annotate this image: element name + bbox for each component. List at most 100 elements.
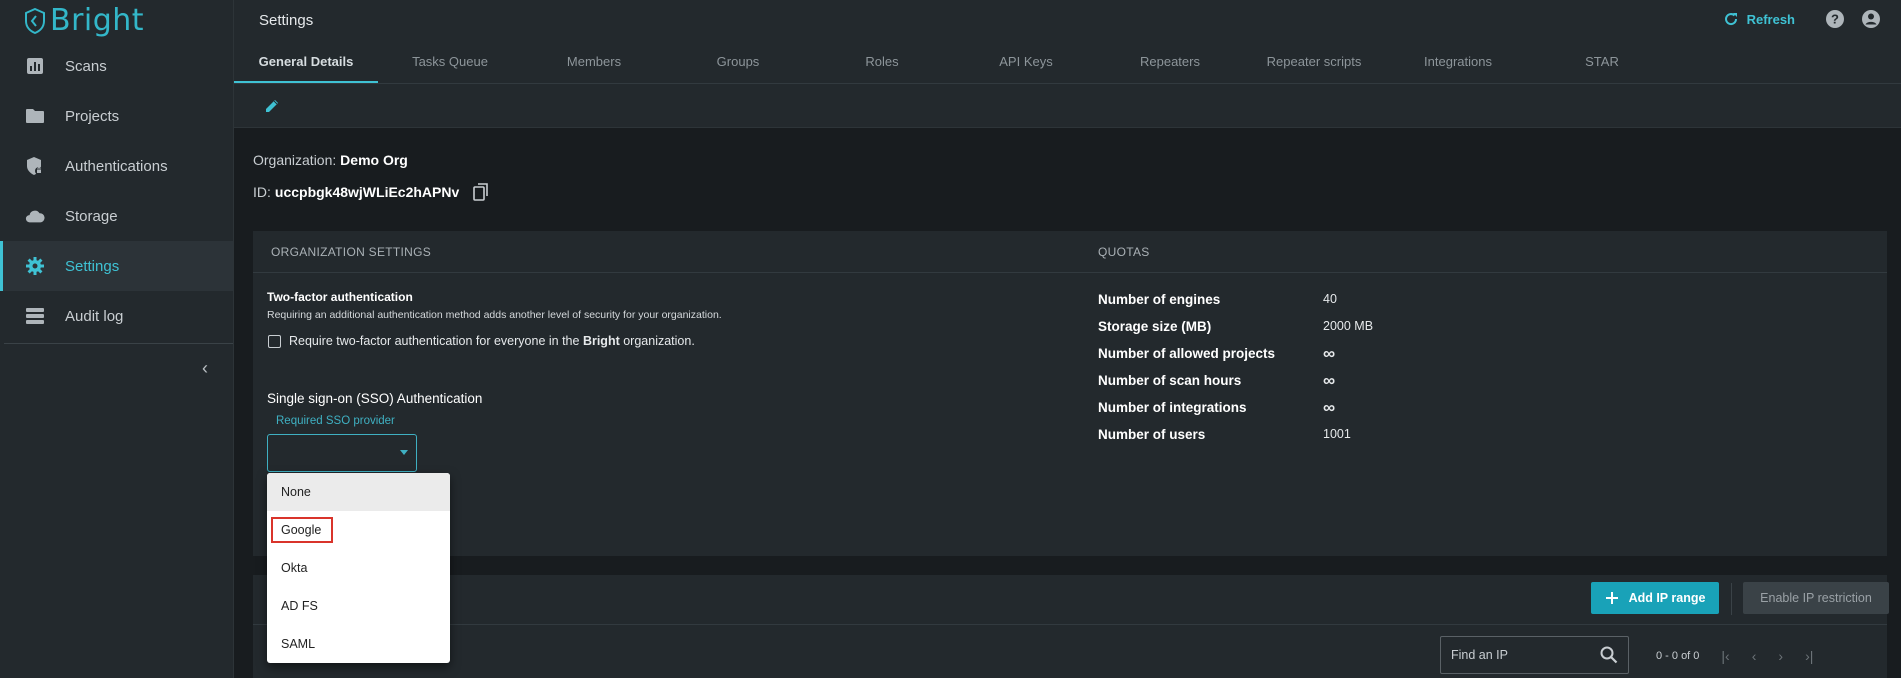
quota-value: ∞ <box>1323 398 1336 417</box>
sidebar-item-authentications[interactable]: Authentications <box>0 141 233 191</box>
tfa-require-checkbox[interactable]: Require two-factor authentication for ev… <box>268 334 695 348</box>
find-ip-input[interactable]: Find an IP <box>1440 636 1629 674</box>
tab-integrations[interactable]: Integrations <box>1386 40 1530 83</box>
tfa-checkbox-suffix: organization. <box>623 334 695 348</box>
sidebar-item-label: Audit log <box>65 307 124 325</box>
quota-row: Number of integrations ∞ <box>1098 398 1336 417</box>
next-page-icon[interactable]: › <box>1778 648 1783 664</box>
sidebar-item-audit-log[interactable]: Audit log <box>0 291 233 341</box>
tab-tasks-queue[interactable]: Tasks Queue <box>378 40 522 83</box>
settings-tabs: General Details Tasks Queue Members Grou… <box>234 40 1901 84</box>
sso-provider-dropdown: None Google Okta AD FS SAML <box>267 473 450 663</box>
chevron-left-icon: ‹ <box>202 358 208 378</box>
refresh-label: Refresh <box>1746 11 1795 27</box>
quota-label: Number of users <box>1098 427 1206 442</box>
sidebar-item-scans[interactable]: Scans <box>0 41 233 91</box>
sidebar-nav: Scans Projects Authentications Storage S… <box>0 41 233 341</box>
last-page-icon[interactable]: ›| <box>1805 648 1813 664</box>
quota-label: Number of integrations <box>1098 400 1247 415</box>
sidebar-divider <box>4 343 233 344</box>
copy-icon[interactable] <box>473 183 489 201</box>
tfa-checkbox-brand: Bright <box>582 334 620 348</box>
organization-id: uccpbgk48wjWLiEc2hAPNv <box>274 184 460 200</box>
bright-logo-icon <box>25 7 45 34</box>
sidebar-item-label: Scans <box>65 57 107 75</box>
collapse-sidebar-button[interactable]: ‹ <box>202 358 218 378</box>
main-content: Settings Refresh ? General Details Tasks… <box>234 0 1901 678</box>
quotas-card: QUOTAS Number of engines 40 Storage size… <box>1080 231 1887 556</box>
sso-option-google[interactable]: Google <box>267 511 450 549</box>
refresh-icon <box>1724 13 1737 26</box>
sidebar-item-label: Authentications <box>65 157 168 175</box>
brand-logo[interactable]: Bright <box>0 0 233 41</box>
checkbox[interactable] <box>268 334 281 348</box>
find-ip-placeholder: Find an IP <box>1451 648 1508 662</box>
ip-restrictions-card: Add IP range Enable IP restriction Find … <box>253 575 1889 678</box>
svg-text:?: ? <box>1831 12 1839 27</box>
plus-icon <box>1605 592 1618 604</box>
tab-repeaters[interactable]: Repeaters <box>1098 40 1242 83</box>
tfa-checkbox-label: Require two-factor authentication for ev… <box>289 334 695 348</box>
previous-page-icon[interactable]: ‹ <box>1752 648 1757 664</box>
refresh-button[interactable]: Refresh <box>1723 11 1795 27</box>
tab-roles[interactable]: Roles <box>810 40 954 83</box>
quota-label: Number of scan hours <box>1098 373 1242 388</box>
tfa-checkbox-text: Require two-factor authentication for ev… <box>289 334 580 348</box>
caret-down-icon <box>400 450 408 455</box>
tab-star[interactable]: STAR <box>1530 40 1674 83</box>
quota-row: Number of engines 40 <box>1098 292 1337 307</box>
add-ip-range-button[interactable]: Add IP range <box>1591 582 1719 614</box>
first-page-icon[interactable]: |‹ <box>1721 648 1729 664</box>
organization-name: Demo Org <box>340 152 408 168</box>
gear-icon <box>25 256 45 276</box>
pagination: 0 - 0 of 0 |‹ ‹ › ›| <box>1656 648 1813 664</box>
quota-value: ∞ <box>1323 371 1336 390</box>
page-title: Settings <box>259 11 314 29</box>
quota-row: Number of allowed projects ∞ <box>1098 344 1336 363</box>
sidebar-item-storage[interactable]: Storage <box>0 191 233 241</box>
edit-pencil-icon[interactable] <box>264 98 280 114</box>
sso-option-adfs[interactable]: AD FS <box>267 587 450 625</box>
tfa-description: Requiring an additional authentication m… <box>267 309 722 321</box>
quota-value: 40 <box>1323 292 1337 306</box>
quota-value: 2000 MB <box>1323 319 1374 333</box>
tfa-title: Two-factor authentication <box>267 290 413 304</box>
list-icon <box>25 306 45 326</box>
quota-row: Number of scan hours ∞ <box>1098 371 1336 390</box>
sso-title: Single sign-on (SSO) Authentication <box>267 391 483 406</box>
search-icon[interactable] <box>1600 646 1618 664</box>
tab-repeater-scripts[interactable]: Repeater scripts <box>1242 40 1386 83</box>
bar-chart-icon <box>25 56 45 76</box>
enable-ip-restriction-button[interactable]: Enable IP restriction <box>1743 582 1889 614</box>
sso-option-label: Google <box>281 523 322 537</box>
tab-members[interactable]: Members <box>522 40 666 83</box>
sidebar-item-projects[interactable]: Projects <box>0 91 233 141</box>
account-circle-icon[interactable] <box>1861 9 1881 29</box>
quota-value: 1001 <box>1323 427 1351 441</box>
folder-icon <box>25 106 45 126</box>
card-header: QUOTAS <box>1080 231 1887 273</box>
shield-lock-icon <box>25 156 45 176</box>
sso-option-saml[interactable]: SAML <box>267 625 450 663</box>
organization-id-label: ID: <box>253 184 271 200</box>
cloud-icon <box>25 206 45 226</box>
help-icon[interactable]: ? <box>1825 9 1845 29</box>
quota-label: Number of engines <box>1098 292 1221 307</box>
pagination-range: 0 - 0 of 0 <box>1656 650 1700 662</box>
sidebar-item-label: Settings <box>65 257 120 275</box>
sso-field-label: Required SSO provider <box>276 415 395 427</box>
quota-value: ∞ <box>1323 344 1336 363</box>
ip-actions-bar: Add IP range Enable IP restriction <box>253 575 1889 625</box>
tab-groups[interactable]: Groups <box>666 40 810 83</box>
card-header: ORGANIZATION SETTINGS <box>253 231 1081 273</box>
button-divider <box>1731 583 1732 615</box>
organization-id-line: ID: uccpbgk48wjWLiEc2hAPNv <box>253 183 489 201</box>
sso-option-none[interactable]: None <box>267 473 450 511</box>
organization-name-line: Organization: Demo Org <box>253 152 408 168</box>
sso-provider-select[interactable] <box>267 434 417 472</box>
edit-toolbar <box>234 84 1901 128</box>
sidebar-item-settings[interactable]: Settings <box>0 241 233 291</box>
tab-general-details[interactable]: General Details <box>234 40 378 83</box>
tab-api-keys[interactable]: API Keys <box>954 40 1098 83</box>
sso-option-okta[interactable]: Okta <box>267 549 450 587</box>
